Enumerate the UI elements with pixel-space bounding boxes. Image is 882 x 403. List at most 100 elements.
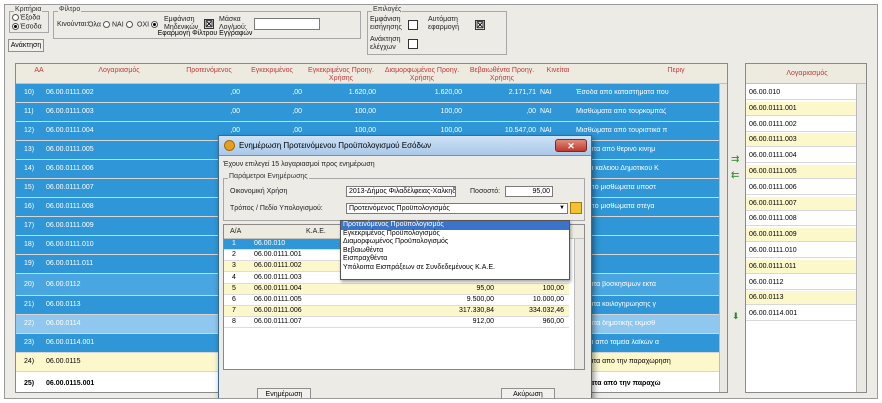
cell-bp: 2.171,71: [508, 89, 536, 96]
params-group: Παράμετροι Ενημέρωσης Οικονομική Χρήση 2…: [223, 173, 585, 221]
list-item[interactable]: 06.00.0111.004: [746, 149, 856, 164]
update-budget-dialog: Ενημέρωση Προτεινόμενου Προϋπολογισμού Ε…: [218, 135, 592, 398]
dialog-row[interactable]: 8 06.00.0111.007 912,00 960,00: [224, 317, 569, 329]
dialog-cell-kae: 06.00.0111.006: [254, 307, 302, 315]
col-dialog-kae[interactable]: Κ.Α.Ε.: [306, 228, 326, 235]
list-item[interactable]: 06.00.0111.006: [746, 180, 856, 195]
list-item[interactable]: 06.00.0114.001: [746, 307, 856, 322]
dialog-row[interactable]: 6 06.00.0111.005 9.500,00 10.000,00: [224, 295, 569, 306]
list-item[interactable]: 06.00.010: [746, 86, 856, 100]
mode-select[interactable]: Προτεινόμενος Προϋπολογισμός ▼: [346, 203, 568, 214]
dialog-titlebar: Ενημέρωση Προτεινόμενου Προϋπολογισμού Ε…: [219, 136, 591, 156]
selected-accounts-list[interactable]: Λογαριασμός 06.00.010 06.00.0111.001 06.00…: [745, 63, 867, 393]
dialog-cell-kae: 06.00.0111.001: [254, 251, 302, 259]
list-item[interactable]: 06.00.0111.002: [746, 117, 856, 132]
cell-acc: 06.00.0111.008: [46, 203, 94, 210]
cell-d: 3: [576, 260, 721, 267]
table-row[interactable]: 10) 06.00.0111.002,00,00 1.620,00 1.620,00 2…: [16, 84, 721, 103]
col-approved-prev[interactable]: Εγκεκριμένος Προηγ. Χρήσης: [306, 67, 376, 83]
col-aa[interactable]: ΑΑ: [24, 67, 54, 75]
radio-income-label: Έσοδα: [20, 23, 42, 31]
dialog-cell-v2: 10.000,00: [532, 296, 564, 303]
grid-scrollbar[interactable]: [719, 84, 727, 392]
cell-k: ΝΑΙ: [540, 89, 552, 96]
cell-d: θωμα καλειου Δημοτικού Κ: [576, 165, 659, 172]
dialog-cell-v2: 960,00: [542, 318, 564, 326]
refresh-button[interactable]: Ανάκτηση: [8, 39, 44, 52]
transfer-right-icon[interactable]: ⇉: [731, 155, 741, 165]
list-item[interactable]: 06.00.0111.009: [746, 228, 856, 243]
list-item[interactable]: 06.00.0112: [746, 275, 856, 290]
mode-dropdown-list[interactable]: Προτεινόμενος Προϋπολογισμός Εγκεκριμένος…: [340, 220, 570, 280]
col-approved[interactable]: Εγκεκριμένος: [242, 67, 302, 75]
chevron-down-icon[interactable]: ▼: [559, 204, 565, 213]
col-dialog-aa[interactable]: Α/Α: [230, 228, 241, 235]
app-icon: [224, 140, 235, 151]
dropdown-option[interactable]: Βεβαιωθέντα: [341, 247, 569, 256]
dialog-row[interactable]: 5 06.00.0111.004 95,00 100,00: [224, 283, 569, 295]
col-proposed[interactable]: Προτεινόμενος: [178, 67, 240, 75]
show-posting-checkbox[interactable]: [408, 20, 418, 30]
cell-e: ,00: [292, 127, 302, 134]
list-item[interactable]: 06.00.0111.007: [746, 196, 856, 211]
auto-apply-label: Αυτόματη εφαρμογή: [428, 16, 460, 31]
retrieve-check-checkbox[interactable]: [408, 39, 418, 49]
list-item[interactable]: 06.00.0111.005: [746, 165, 856, 179]
radio-circle[interactable]: [12, 14, 19, 21]
dropdown-option[interactable]: Εισπραχθέντα: [341, 255, 569, 264]
close-icon[interactable]: ✕: [555, 139, 587, 152]
cell-p: ,00: [230, 89, 240, 96]
list-item[interactable]: 06.00.0111.001: [746, 101, 856, 116]
cell-acc: 06.00.0111.007: [46, 184, 94, 191]
right-list-scrollbar[interactable]: [856, 84, 866, 392]
update-button[interactable]: Ενημέρωση: [257, 388, 311, 398]
cell-acc: 06.00.0111.009: [46, 222, 94, 229]
list-item[interactable]: 06.00.0111.010: [746, 244, 856, 258]
folder-icon[interactable]: [570, 202, 582, 214]
col-moving[interactable]: Κινείται: [538, 67, 578, 75]
dialog-grid-scrollbar[interactable]: [574, 239, 584, 369]
cell-dp: 100,00: [440, 108, 462, 115]
list-item[interactable]: 06.00.0113: [746, 291, 856, 306]
cell-acc: 06.00.0111.004: [46, 127, 94, 134]
apply-filter-button[interactable]: Εφαρμογή Φίλτρου Εγγραφών: [80, 28, 330, 41]
col-certified-prev[interactable]: Βεβαιωθέντα Προηγ. Χρήσης: [468, 67, 536, 83]
col-formed-prev[interactable]: Διαμορφωμένος Προηγ. Χρήσης: [382, 67, 462, 83]
list-item[interactable]: 06.00.0111.008: [746, 212, 856, 227]
move-down-icon[interactable]: ⬇: [732, 311, 741, 321]
dropdown-option[interactable]: Υπόλοιπα Εισπράξεων σε Συνδεδεμένους Κ.Α…: [341, 264, 569, 273]
list-item[interactable]: 06.00.0111.003: [746, 133, 856, 148]
radio-circle[interactable]: [102, 21, 110, 28]
fiscal-field[interactable]: 2013-Δήμος Φιλαδέλφειας-Χαλκηδ.: [346, 186, 456, 197]
col-account[interactable]: Λογαριασμός: [64, 67, 174, 75]
percent-field[interactable]: 95,00: [505, 186, 553, 197]
cell-d: 2: [576, 241, 721, 248]
cell-k: ΝΑΙ: [540, 127, 552, 134]
cell-d: θώματα κοιλόγηρώησης γ: [576, 301, 657, 308]
right-list-header: Λογαριασμός: [746, 64, 866, 84]
cell-e: ,00: [292, 89, 302, 96]
auto-apply-checkbox[interactable]: ☒: [475, 20, 485, 30]
col-description[interactable]: Περιγ: [656, 67, 696, 75]
dropdown-option[interactable]: Διαμορφωμένος Προϋπολογισμός: [341, 238, 569, 247]
cell-d: δα από μισθώματα στέγα: [576, 203, 655, 210]
list-item[interactable]: 06.00.0111.011: [746, 259, 856, 274]
radio-expenses[interactable]: Έξοδα: [12, 14, 40, 21]
dialog-cell-kae: 06.00.0111.007: [254, 318, 302, 326]
radio-circle[interactable]: [125, 21, 133, 28]
cell-d: θωμα από ταμεία λαϊκών α: [576, 339, 659, 346]
radio-income[interactable]: Έσοδα: [12, 23, 42, 30]
cancel-button[interactable]: Ακύρωση: [501, 388, 555, 398]
dropdown-option[interactable]: Προτεινόμενος Προϋπολογισμός: [341, 221, 569, 230]
radio-circle-selected[interactable]: [151, 21, 159, 28]
radio-circle-selected[interactable]: [12, 23, 19, 30]
dialog-row[interactable]: 7 06.00.0111.006 317.330,84 334.032,46: [224, 306, 569, 318]
dropdown-option[interactable]: Εγκεκριμένος Προϋπολογισμός: [341, 230, 569, 239]
cell-acc: 06.00.0114.001: [46, 339, 95, 346]
cell-ep: 100,00: [354, 127, 376, 134]
cell-ep: 1.620,00: [348, 89, 376, 96]
transfer-left-icon[interactable]: ⇇: [731, 171, 741, 181]
cell-acc: 06.00.0111.003: [46, 108, 94, 115]
table-row[interactable]: 11) 06.00.0111.003,00,00 100,00 100,00,00 ΝΑ…: [16, 103, 721, 122]
dialog-cell-aa: 4: [232, 273, 236, 281]
